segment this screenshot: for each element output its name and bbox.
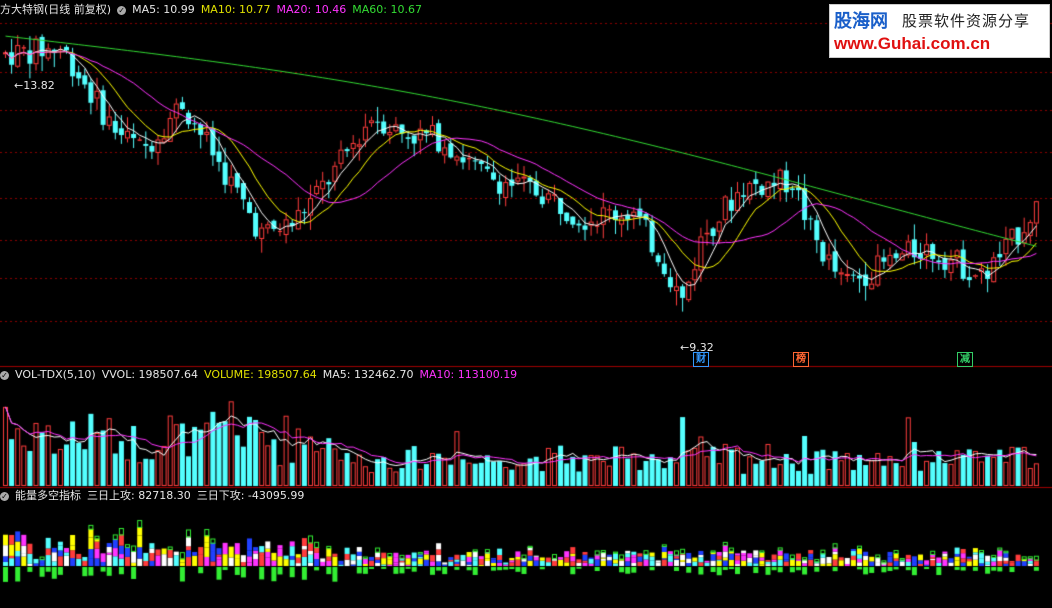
ma10-readout: MA10: 10.77 (200, 3, 271, 16)
event-marker-ranking[interactable]: 榜 (793, 352, 809, 367)
main-panel-header: 方大特钢(日线 前复权) ✓ MA5: 10.99 MA10: 10.77 MA20: … (0, 2, 428, 18)
vvol-readout: VVOL: 198507.64 (101, 368, 199, 381)
stock-chart-canvas[interactable] (0, 0, 1052, 608)
volume-panel-header: ✓ VOL-TDX(5,10) VVOL: 198507.64 VOLUME: 198… (0, 367, 523, 383)
ma5-readout: MA5: 10.99 (132, 3, 195, 16)
three-day-down-readout: 三日下攻: -43095.99 (196, 489, 305, 502)
watermark-tagline: 股票软件资源分享 (902, 12, 1031, 30)
ma60-readout: MA60: 10.67 (352, 3, 422, 16)
vol-indicator-name[interactable]: VOL-TDX(5,10) (15, 368, 96, 381)
watermark-brand: 股海网 (834, 11, 888, 32)
watermark-url: www.Guhai.com.cn (834, 34, 991, 53)
volume-readout: VOLUME: 198507.64 (204, 368, 317, 381)
stock-title[interactable]: 方大特钢(日线 前复权) (0, 3, 111, 16)
event-marker-financial[interactable]: 财 (693, 352, 709, 367)
indicator-panel-header: ✓ 能量多空指标 三日上攻: 82718.30 三日下攻: -43095.99 (0, 488, 310, 504)
vol-ma5-readout: MA5: 132462.70 (322, 368, 414, 381)
vol-ma10-readout: MA10: 113100.19 (419, 368, 518, 381)
indicator-toggle-icon[interactable]: ✓ (0, 370, 9, 380)
three-day-up-readout: 三日上攻: 82718.30 (87, 489, 191, 502)
event-marker-reduce[interactable]: 减 (957, 352, 973, 367)
high-price-label: ←13.82 (14, 79, 55, 92)
energy-indicator-name[interactable]: 能量多空指标 (15, 489, 81, 502)
indicator-toggle-icon[interactable]: ✓ (0, 491, 9, 501)
ma20-readout: MA20: 10.46 (276, 3, 347, 16)
indicator-toggle-icon[interactable]: ✓ (117, 5, 127, 15)
watermark-logo: 股海网 股票软件资源分享 www.Guhai.com.cn (829, 4, 1050, 58)
